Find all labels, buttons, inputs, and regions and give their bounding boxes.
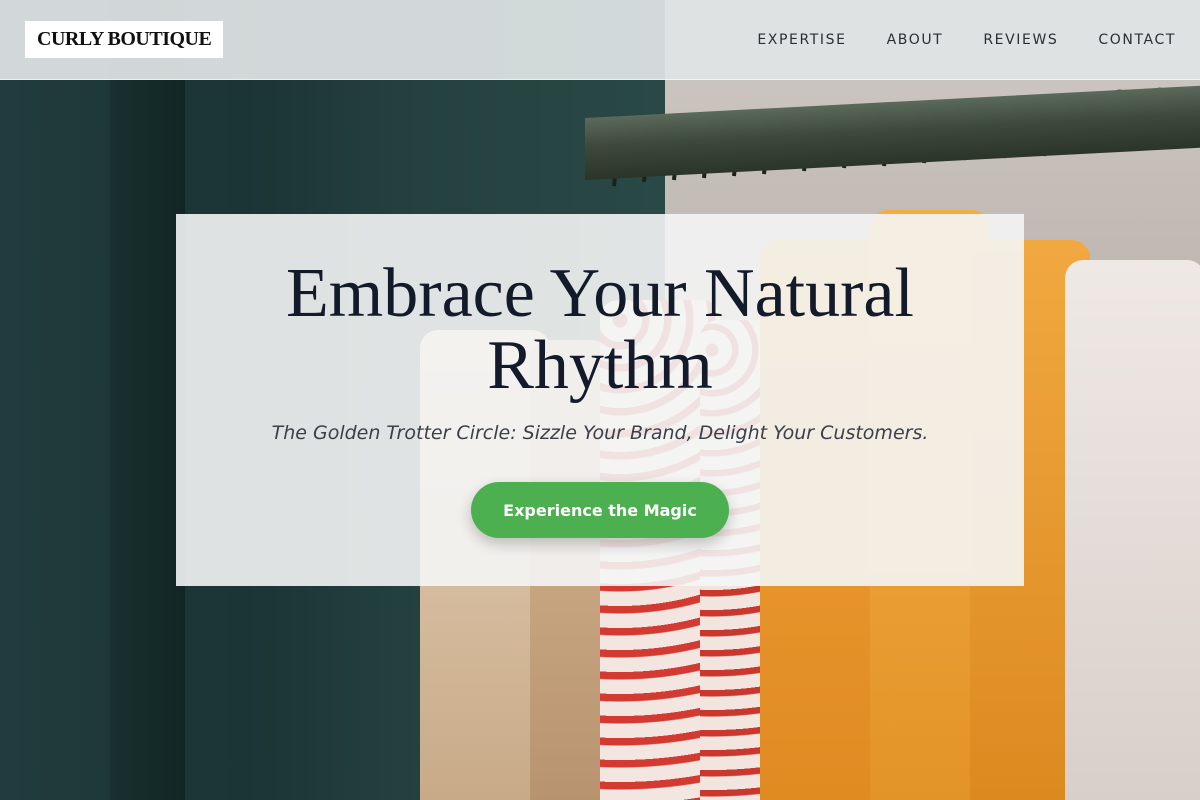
- nav-link-reviews[interactable]: REVIEWS: [983, 32, 1058, 48]
- nav-link-about[interactable]: ABOUT: [887, 32, 944, 48]
- site-header: CURLY BOUTIQUE EXPERTISE ABOUT REVIEWS C…: [0, 0, 1200, 80]
- hero-card: Embrace Your Natural Rhythm The Golden T…: [176, 214, 1024, 586]
- hero-title: Embrace Your Natural Rhythm: [286, 255, 914, 404]
- main-nav: EXPERTISE ABOUT REVIEWS CONTACT: [757, 0, 1176, 80]
- background-door-edge: [110, 0, 185, 800]
- nav-link-expertise[interactable]: EXPERTISE: [757, 32, 846, 48]
- experience-the-magic-button[interactable]: Experience the Magic: [471, 482, 729, 538]
- brand-logo[interactable]: CURLY BOUTIQUE: [25, 21, 224, 58]
- nav-link-contact[interactable]: CONTACT: [1098, 32, 1176, 48]
- hero-subtitle: The Golden Trotter Circle: Sizzle Your B…: [271, 422, 929, 444]
- landing-page: CURLY BOUTIQUE EXPERTISE ABOUT REVIEWS C…: [0, 0, 1200, 800]
- garment: [1065, 260, 1200, 800]
